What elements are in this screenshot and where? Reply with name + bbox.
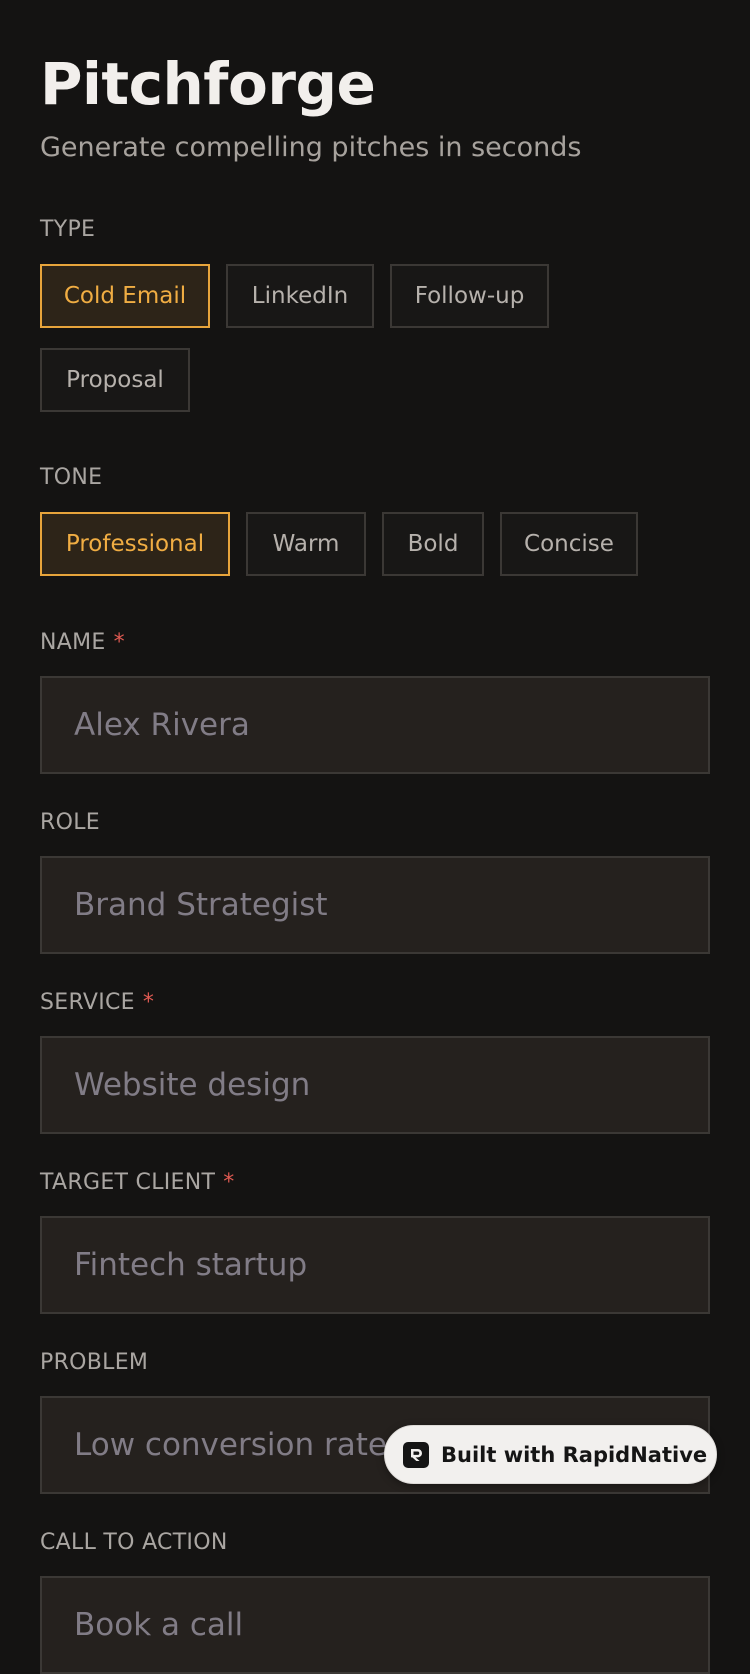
service-field[interactable] xyxy=(40,1036,710,1134)
type-label: TYPE xyxy=(40,217,96,242)
tone-option-professional[interactable]: Professional xyxy=(40,512,230,576)
name-label: NAME * xyxy=(40,628,125,658)
name-required-mark: * xyxy=(113,630,125,655)
service-input[interactable] xyxy=(42,1038,708,1132)
service-required-mark: * xyxy=(142,990,155,1015)
target-client-input[interactable] xyxy=(42,1218,708,1312)
type-option-cold-email[interactable]: Cold Email xyxy=(40,264,210,328)
call-to-action-input[interactable] xyxy=(42,1578,708,1672)
tone-option-concise[interactable]: Concise xyxy=(500,512,638,576)
tone-label: TONE xyxy=(40,465,103,490)
service-label: SERVICE * xyxy=(40,988,154,1018)
role-field[interactable] xyxy=(40,856,710,954)
role-input[interactable] xyxy=(42,858,708,952)
name-field[interactable] xyxy=(40,676,710,774)
tone-option-bold[interactable]: Bold xyxy=(382,512,484,576)
role-label: ROLE xyxy=(40,810,100,835)
target-client-label-text: TARGET CLIENT xyxy=(40,1170,216,1195)
name-input[interactable] xyxy=(42,678,708,772)
target-client-field[interactable] xyxy=(40,1216,710,1314)
type-option-proposal[interactable]: Proposal xyxy=(40,348,190,412)
built-with-rapidnative-badge[interactable]: Built with RapidNative xyxy=(384,1425,717,1484)
tone-option-warm[interactable]: Warm xyxy=(246,512,366,576)
app-title: Pitchforge xyxy=(40,50,376,118)
app-subtitle: Generate compelling pitches in seconds xyxy=(40,132,582,163)
badge-text: Built with RapidNative xyxy=(441,1442,708,1467)
type-option-follow-up[interactable]: Follow-up xyxy=(390,264,549,328)
name-label-text: NAME xyxy=(40,630,106,655)
service-label-text: SERVICE xyxy=(40,990,135,1015)
call-to-action-label: CALL TO ACTION xyxy=(40,1530,228,1555)
call-to-action-field[interactable] xyxy=(40,1576,710,1674)
target-client-label: TARGET CLIENT * xyxy=(40,1168,235,1198)
type-option-linkedin[interactable]: LinkedIn xyxy=(226,264,374,328)
rapidnative-logo-icon xyxy=(403,1441,429,1468)
problem-label: PROBLEM xyxy=(40,1350,149,1375)
target-client-required-mark: * xyxy=(223,1170,235,1195)
